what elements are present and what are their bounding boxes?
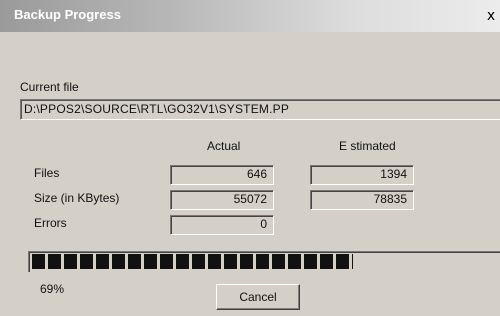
- title-bar: Backup Progress x: [0, 0, 500, 32]
- current-file-label: Current file: [20, 80, 79, 94]
- size-estimated-value: 78835: [310, 190, 414, 210]
- close-icon[interactable]: x: [484, 9, 498, 23]
- estimated-column-header: E stimated: [339, 139, 396, 153]
- files-label: Files: [34, 166, 60, 180]
- backup-progress-bar: [28, 251, 500, 272]
- current-file-path: D:\PPOS2\SOURCE\RTL\GO32V1\SYSTEM.PP: [20, 99, 500, 120]
- progress-bar-fill: [32, 254, 353, 269]
- progress-percent: 69%: [40, 282, 65, 296]
- actual-column-header: Actual: [207, 139, 241, 153]
- cancel-button[interactable]: Cancel: [216, 284, 300, 310]
- backup-progress-dialog: Backup Progress x Current file D:\PPOS2\…: [0, 0, 500, 316]
- size-label: Size (in KBytes): [34, 191, 120, 205]
- files-actual-value: 646: [170, 165, 274, 185]
- errors-actual-value: 0: [170, 215, 274, 235]
- window-title: Backup Progress: [14, 7, 121, 22]
- errors-label: Errors: [34, 216, 67, 230]
- size-actual-value: 55072: [170, 190, 274, 210]
- files-estimated-value: 1394: [310, 165, 414, 185]
